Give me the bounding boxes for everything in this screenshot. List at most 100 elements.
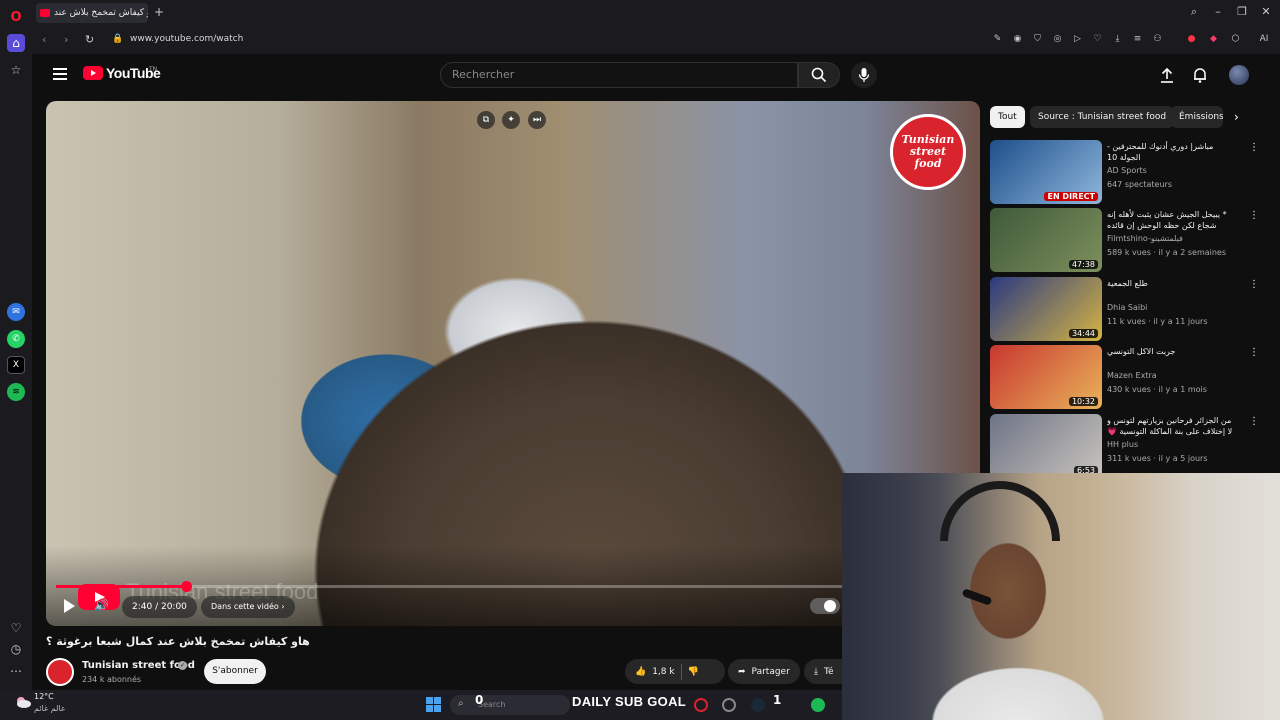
player-icon[interactable]: ▷ xyxy=(1072,34,1083,45)
channel-avatar[interactable] xyxy=(46,658,74,686)
recommendation-item[interactable]: 6:53 من الجزائر فرحانين بزيارتهم لتونس و … xyxy=(990,414,1260,478)
spotify-icon[interactable]: ≋ xyxy=(7,383,25,401)
extension-red-icon[interactable]: ● xyxy=(1186,34,1197,45)
notifications-button[interactable] xyxy=(1191,66,1209,84)
time-display: 2:40 / 20:00 xyxy=(122,596,197,618)
more-options-icon[interactable]: ⋮ xyxy=(1249,142,1259,153)
like-button[interactable]: 👍 1,8 k xyxy=(635,667,675,677)
live-badge: EN DIRECT xyxy=(1044,192,1098,201)
heart-icon[interactable]: ♡ xyxy=(7,619,25,637)
download-icon[interactable]: ⤓ xyxy=(1112,34,1123,45)
messenger-icon[interactable]: ✉ xyxy=(7,303,25,321)
upload-button[interactable] xyxy=(1158,66,1176,84)
download-button[interactable]: ⤓ Té xyxy=(804,659,842,684)
badge-line3: food xyxy=(914,157,942,170)
vpn-icon[interactable]: ◎ xyxy=(1052,34,1063,45)
more-options-icon[interactable]: ⋮ xyxy=(1249,279,1259,290)
recommendation-thumbnail[interactable]: 47:38 xyxy=(990,208,1102,272)
search-button[interactable] xyxy=(798,62,840,88)
search-icon: ⌕ xyxy=(458,698,464,709)
voice-search-button[interactable] xyxy=(851,62,877,88)
miniplayer-icon[interactable]: ⧉ xyxy=(477,111,495,129)
spotify-taskbar-icon[interactable] xyxy=(811,698,825,712)
search-tabs-icon[interactable]: ⌕ xyxy=(1186,5,1202,19)
recommendation-channel[interactable]: Dhia Saibi xyxy=(1107,303,1147,312)
camera-icon[interactable]: ◉ xyxy=(1012,34,1023,45)
opera-sidebar: O ⌂ ☆ ✉ ✆ X ≋ ♡ ◷ ⋯ xyxy=(0,0,32,720)
whatsapp-icon[interactable]: ✆ xyxy=(7,330,25,348)
more-options-icon[interactable]: ⋮ xyxy=(1249,347,1259,358)
recommendation-title[interactable]: * يبيحل الجيش عشان يثبت لأهله إنه شجاع ل… xyxy=(1107,209,1235,231)
shield-icon[interactable]: ⛉ xyxy=(1032,34,1043,45)
thumbs-down-icon[interactable]: 👎 xyxy=(688,667,699,677)
volume-icon[interactable]: 🔊 xyxy=(94,598,110,614)
reload-icon[interactable]: ↻ xyxy=(85,33,94,46)
minimize-icon[interactable]: – xyxy=(1210,5,1226,18)
autoplay-toggle[interactable] xyxy=(810,598,840,614)
chip-all[interactable]: Tout xyxy=(990,106,1025,128)
recommendation-title[interactable]: طلع الجمعية xyxy=(1107,278,1235,289)
recommendation-thumbnail[interactable]: 10:32 xyxy=(990,345,1102,409)
ai-sparkle-icon[interactable]: ✦ xyxy=(502,111,520,129)
share-button[interactable]: ➦ Partager xyxy=(728,659,800,684)
recommendation-channel[interactable]: Filmtshino-فيلمتشينو xyxy=(1107,234,1183,243)
opera-taskbar-icon[interactable] xyxy=(694,698,708,712)
history-icon[interactable]: ◷ xyxy=(7,640,25,658)
subscribe-button[interactable]: S'abonner xyxy=(204,659,266,684)
recommendation-item[interactable]: 34:44 طلع الجمعية Dhia Saibi 11 k vues · il… xyxy=(990,277,1260,341)
recommendation-title[interactable]: مباشر| دوري أدنوك للمحترفين - الجولة 10 xyxy=(1107,141,1235,163)
x-twitter-icon[interactable]: X xyxy=(7,356,25,374)
back-icon[interactable]: ‹ xyxy=(42,33,46,46)
recommendation-thumbnail[interactable]: 6:53 xyxy=(990,414,1102,478)
new-tab-button[interactable]: + xyxy=(152,5,166,19)
more-options-icon[interactable]: ⋮ xyxy=(1249,416,1259,427)
recommendation-thumbnail[interactable]: 34:44 xyxy=(990,277,1102,341)
close-icon[interactable]: ✕ xyxy=(1258,5,1274,18)
maximize-icon[interactable]: ❐ xyxy=(1234,5,1250,18)
windows-start-icon[interactable] xyxy=(426,697,441,712)
taskbar-search-input[interactable]: Search xyxy=(450,695,570,715)
bookmarks-icon[interactable]: ☆ xyxy=(7,61,25,79)
recommendation-item[interactable]: EN DIRECT مباشر| دوري أدنوك للمحترفين - ا… xyxy=(990,140,1260,204)
play-icon[interactable] xyxy=(62,599,76,613)
video-title: هاو كيفاش تمخمخ بلاش عند كمال شبعا برغوث… xyxy=(46,635,310,648)
steam-taskbar-icon[interactable] xyxy=(751,698,765,712)
recommendation-meta: 311 k vues · il y a 5 jours xyxy=(1107,454,1208,463)
extension-shield-icon[interactable]: ◆ xyxy=(1208,34,1219,45)
skip-icon[interactable]: ⏭ xyxy=(528,111,546,129)
menu-icon[interactable]: ≡ xyxy=(1132,34,1143,45)
recommendation-thumbnail[interactable]: EN DIRECT xyxy=(990,140,1102,204)
recommendation-channel[interactable]: HH plus xyxy=(1107,440,1138,449)
recommendation-channel[interactable]: AD Sports xyxy=(1107,166,1147,175)
recommendation-channel[interactable]: Mazen Extra xyxy=(1107,371,1157,380)
account-avatar[interactable] xyxy=(1229,65,1249,85)
url-field[interactable]: www.youtube.com/watch xyxy=(130,34,243,44)
search-input[interactable]: Rechercher xyxy=(440,62,798,88)
recommendation-item[interactable]: 10:32 جربت الاكل التونسي Mazen Extra 430 k … xyxy=(990,345,1260,409)
progress-bar[interactable] xyxy=(56,581,842,592)
tab-youtube[interactable]: هاو كيفاش تمخمخ بلاش عند xyxy=(36,3,148,23)
ai-button[interactable]: AI xyxy=(1252,34,1276,45)
favorite-icon[interactable]: ♡ xyxy=(1092,34,1103,45)
opera-logo-icon[interactable]: O xyxy=(7,8,25,26)
home-icon[interactable]: ⌂ xyxy=(7,34,25,52)
profile-icon[interactable]: ⚇ xyxy=(1152,34,1163,45)
more-options-icon[interactable]: ⋮ xyxy=(1249,210,1259,221)
edit-icon[interactable]: ✎ xyxy=(992,34,1003,45)
chip-source[interactable]: Source : Tunisian street food xyxy=(1030,106,1175,128)
hamburger-menu-icon[interactable] xyxy=(53,68,67,80)
upload-icon xyxy=(1161,67,1173,83)
recommendation-title[interactable]: جربت الاكل التونسي xyxy=(1107,346,1235,357)
recommendation-title[interactable]: من الجزائر فرحانين بزيارتهم لتونس و لا إ… xyxy=(1107,415,1235,437)
weather-widget[interactable] xyxy=(14,693,32,715)
video-player[interactable]: ⧉ ✦ ⏭ Tunisian street food Tunisian stre… xyxy=(46,101,980,626)
chapter-button[interactable]: Dans cette vidéo › xyxy=(201,596,295,618)
obs-taskbar-icon[interactable] xyxy=(722,698,736,712)
recommendation-item[interactable]: 47:38 * يبيحل الجيش عشان يثبت لأهله إنه ش… xyxy=(990,208,1260,272)
chip-shows[interactable]: Émissions xyxy=(1171,106,1223,128)
chevron-right-icon[interactable]: › xyxy=(1234,110,1239,124)
youtube-play-logo-icon xyxy=(83,66,103,80)
extensions-icon[interactable]: ⬡ xyxy=(1230,34,1241,45)
more-icon[interactable]: ⋯ xyxy=(7,662,25,680)
forward-icon[interactable]: › xyxy=(64,33,68,46)
